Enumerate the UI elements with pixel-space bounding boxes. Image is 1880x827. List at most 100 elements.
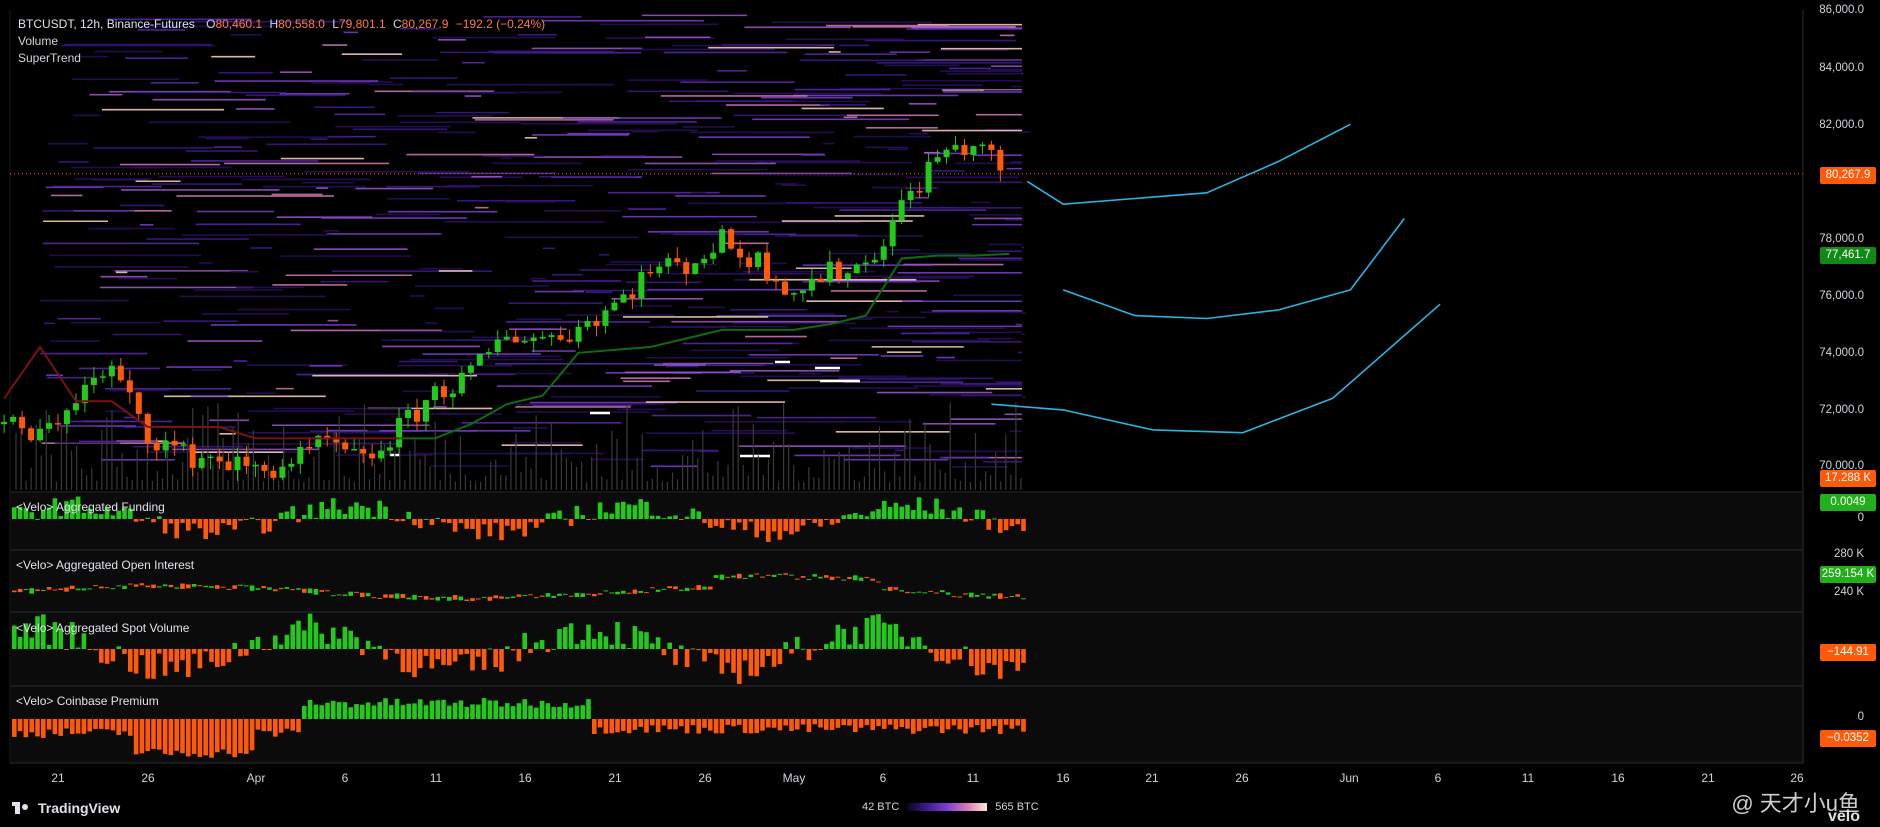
symbol-label[interactable]: BTCUSDT, 12h, Binance-Futures	[18, 17, 195, 31]
funding-bar	[568, 519, 574, 526]
premium-bar	[812, 719, 817, 725]
spot-volume-bar	[464, 649, 469, 654]
spot-volume-bar	[435, 649, 440, 660]
oi-candle	[899, 590, 904, 592]
spot-volume-bar	[99, 649, 104, 663]
oi-candle	[737, 573, 742, 579]
candle-body	[494, 339, 501, 353]
spot-volume-bar	[998, 649, 1003, 679]
oi-candle	[992, 593, 997, 596]
premium-bar	[545, 703, 551, 719]
funding-bar	[586, 519, 591, 520]
funding-bar	[423, 518, 429, 520]
oi-candle	[23, 588, 29, 590]
indicator-volume-label[interactable]: Volume	[18, 33, 58, 50]
spot-volume-bar	[394, 649, 400, 654]
candle-body	[207, 456, 214, 459]
indicator-supertrend-label[interactable]: SuperTrend	[18, 50, 81, 67]
premium-bar	[621, 719, 626, 731]
funding-bar	[673, 515, 678, 519]
funding-bar	[696, 511, 701, 519]
spot-volume-bar	[650, 643, 655, 649]
candle-body	[701, 258, 708, 264]
oi-candle	[360, 592, 365, 598]
spot-volume-bar	[342, 626, 348, 649]
spot-volume-bar	[157, 649, 162, 654]
x-tick: 6	[341, 771, 349, 785]
premium-bar	[592, 719, 597, 734]
funding-bar	[383, 506, 388, 519]
funding-bar	[255, 519, 261, 521]
candle-body	[746, 257, 753, 268]
oi-candle	[847, 577, 852, 579]
funding-bar	[760, 519, 765, 531]
chart-canvas[interactable]	[0, 0, 1880, 827]
funding-bar	[476, 519, 481, 540]
oi-candle	[841, 579, 846, 581]
x-tick: 6	[879, 771, 887, 785]
premium-bar	[255, 719, 261, 730]
premium-bar	[969, 719, 974, 728]
premium-bar	[580, 705, 585, 719]
premium-bar	[528, 705, 533, 719]
candle-body	[907, 190, 914, 201]
oi-candle	[267, 587, 272, 590]
funding-bar	[940, 509, 945, 519]
funding-bar	[348, 506, 353, 519]
tradingview-brand[interactable]: TradingView	[12, 800, 120, 816]
premium-bar	[35, 719, 40, 737]
oi-candle	[905, 591, 910, 594]
oi-pane-title[interactable]: <Velo> Aggregated Open Interest	[16, 558, 194, 572]
funding-bar	[887, 507, 893, 519]
funding-bar	[435, 517, 440, 519]
funding-bar	[313, 517, 319, 519]
funding-bar	[377, 500, 382, 519]
oi-candle	[505, 597, 510, 599]
premium-bar	[986, 719, 991, 730]
funding-bar	[951, 510, 957, 519]
price-tick: 72,000.0	[1819, 404, 1864, 416]
spot-volume-bar	[539, 640, 545, 649]
funding-bar	[905, 504, 910, 519]
premium-bar	[87, 719, 92, 732]
premium-bar	[319, 705, 324, 719]
spot-volume-bar	[615, 622, 620, 649]
candle-body	[530, 337, 537, 342]
funding-bar	[847, 514, 852, 519]
oi-candle	[464, 599, 469, 601]
premium-bar	[841, 719, 846, 726]
spot-volume-bar	[168, 649, 174, 662]
spot-volume-bar	[1003, 649, 1009, 662]
premium-bar	[974, 719, 980, 726]
candle-body	[19, 416, 26, 429]
premium-bar	[650, 719, 655, 726]
oi-candle	[493, 595, 498, 599]
oi-candle	[46, 587, 52, 590]
premium-bar	[273, 719, 278, 737]
spot-volume-bar	[557, 629, 562, 649]
candle-body	[674, 258, 681, 263]
candle-body	[126, 380, 133, 393]
funding-bar	[505, 519, 510, 526]
funding-bar	[203, 519, 208, 539]
funding-bar	[220, 519, 226, 524]
premium-bar	[516, 703, 522, 719]
funding-bar	[963, 519, 968, 522]
premium-pane-title[interactable]: <Velo> Coinbase Premium	[16, 694, 159, 708]
candle-body	[55, 423, 61, 425]
oi-candle	[17, 588, 23, 593]
candle-body	[360, 449, 367, 454]
spot-volume-bar	[957, 649, 962, 660]
funding-bar	[702, 519, 707, 523]
spot-volume-bar	[992, 649, 997, 665]
oi-candle	[945, 592, 951, 595]
spot-pane-title[interactable]: <Velo> Aggregated Spot Volume	[16, 621, 189, 635]
funding-bar	[980, 510, 986, 519]
funding-bar	[603, 512, 609, 519]
spot-volume-bar	[493, 649, 498, 668]
spot-volume-bar	[638, 631, 643, 649]
premium-bar	[934, 719, 939, 727]
oi-candle	[174, 587, 179, 589]
funding-pane-title[interactable]: <Velo> Aggregated Funding	[16, 500, 165, 514]
premium-bar	[487, 700, 493, 719]
